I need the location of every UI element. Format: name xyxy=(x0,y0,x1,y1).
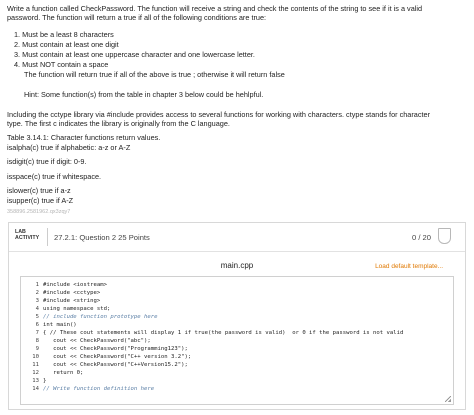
table-row-isupper: isupper(c) true if A-Z xyxy=(7,196,74,205)
code-text[interactable]: } xyxy=(43,378,46,384)
code-text[interactable]: cout << CheckPassword("abc"); xyxy=(43,338,151,344)
code-text[interactable]: cout << CheckPassword("C++Version15.2"); xyxy=(43,362,188,368)
lab-title: 27.2.1: Question 2 25 Points xyxy=(54,233,150,242)
code-text[interactable]: { // These cout statements will display … xyxy=(43,330,403,336)
lab-score: 0 / 20 xyxy=(412,233,431,242)
intro-line-1: Write a function called CheckPassword. T… xyxy=(7,4,423,13)
code-text[interactable]: return 0; xyxy=(43,370,83,376)
line-number: 8 xyxy=(35,338,39,344)
score-shield-icon xyxy=(438,228,451,244)
table-row-isalpha: isalpha(c) true if alphabetic: a-z or A-… xyxy=(7,143,131,152)
line-number: 1 xyxy=(35,282,39,288)
code-line: 13} xyxy=(21,377,403,385)
code-line: 7 { // These cout statements will display… xyxy=(21,329,404,337)
code-text[interactable]: #include <iostream> xyxy=(43,282,107,288)
line-number: 13 xyxy=(32,378,39,384)
table-caption: Table 3.14.1: Character functions return… xyxy=(7,133,161,142)
code-line: 14 // Write function definition here xyxy=(21,385,403,393)
line-number: 6 xyxy=(35,322,39,328)
watermark-id: 358896.2581962.qx3zqy7 xyxy=(7,209,71,215)
resize-grip-icon[interactable] xyxy=(445,396,451,402)
code-line: 11 cout << CheckPassword("C++Version15.2… xyxy=(21,361,403,369)
code-line: 3 #include <string> xyxy=(21,297,403,305)
lab-activity-badge: LAB ACTIVITY xyxy=(15,229,39,241)
code-text[interactable]: #include <cctype> xyxy=(43,290,100,296)
header-divider xyxy=(47,228,48,246)
code-text[interactable]: cout << CheckPassword("Programming123"); xyxy=(43,346,188,352)
code-line: 1 #include <iostream> xyxy=(21,281,403,289)
code-line: 6 int main() xyxy=(21,321,403,329)
intro-line-2: password. The function will return a tru… xyxy=(7,13,267,22)
code-line: 9 cout << CheckPassword("Programming123"… xyxy=(21,345,403,353)
code-text[interactable]: // include function prototype here xyxy=(43,314,158,320)
lab-activity-panel: LAB ACTIVITY 27.2.1: Question 2 25 Point… xyxy=(8,222,466,410)
code-line: 10 cout << CheckPassword("C++ version 3.… xyxy=(21,353,403,361)
line-number: 7 xyxy=(35,330,39,336)
code-text[interactable]: #include <string> xyxy=(43,298,100,304)
code-line: 8 cout << CheckPassword("abc"); xyxy=(21,337,403,345)
table-row-isspace: isspace(c) true if whitespace. xyxy=(7,172,102,181)
code-lines: 1 #include <iostream> 2 #include <cctype> 3 #… xyxy=(21,281,403,393)
line-number: 14 xyxy=(32,386,39,392)
table-row-islower: islower(c) true if a-z xyxy=(7,186,71,195)
line-number: 11 xyxy=(32,362,39,368)
cctype-line-1: Including the cctype library via #includ… xyxy=(7,110,431,119)
code-text[interactable]: cout << CheckPassword("C++ version 3.2")… xyxy=(43,354,191,360)
table-row-isdigit: isdigit(c) true if digit: 0-9. xyxy=(7,157,87,166)
code-text[interactable]: int main() xyxy=(43,322,77,328)
load-default-template-link[interactable]: Load default template... xyxy=(375,263,443,270)
code-line: 2 #include <cctype> xyxy=(21,289,403,297)
line-number: 2 xyxy=(35,290,39,296)
line-number: 3 xyxy=(35,298,39,304)
condition-3: 3. Must contain at least one uppercase c… xyxy=(14,50,255,59)
line-number: 4 xyxy=(35,306,39,312)
code-text[interactable]: // Write function definition here xyxy=(43,386,154,392)
line-number: 9 xyxy=(35,346,39,352)
code-line: 12 return 0; xyxy=(21,369,403,377)
line-number: 12 xyxy=(32,370,39,376)
condition-1: 1. Must be a least 8 characters xyxy=(14,30,114,39)
code-text[interactable]: using namespace std; xyxy=(43,306,110,312)
code-editor[interactable]: 1 #include <iostream> 2 #include <cctype> 3 #… xyxy=(20,276,454,405)
condition-4: 4. Must NOT contain a space xyxy=(14,60,109,69)
condition-2: 2. Must contain at least one digit xyxy=(14,40,119,49)
code-line: 4 using namespace std; xyxy=(21,305,403,313)
hint-text: Hint: Some function(s) from the table in… xyxy=(24,90,264,99)
lab-badge-line-2: ACTIVITY xyxy=(15,235,40,241)
lab-header: LAB ACTIVITY 27.2.1: Question 2 25 Point… xyxy=(9,223,465,252)
line-number: 10 xyxy=(32,354,39,360)
code-line: 5 // include function prototype here xyxy=(21,313,403,321)
cctype-line-2: type. The first c indicates the library … xyxy=(7,119,230,128)
return-note: The function will return true if all of … xyxy=(24,70,285,79)
line-number: 5 xyxy=(35,314,39,320)
